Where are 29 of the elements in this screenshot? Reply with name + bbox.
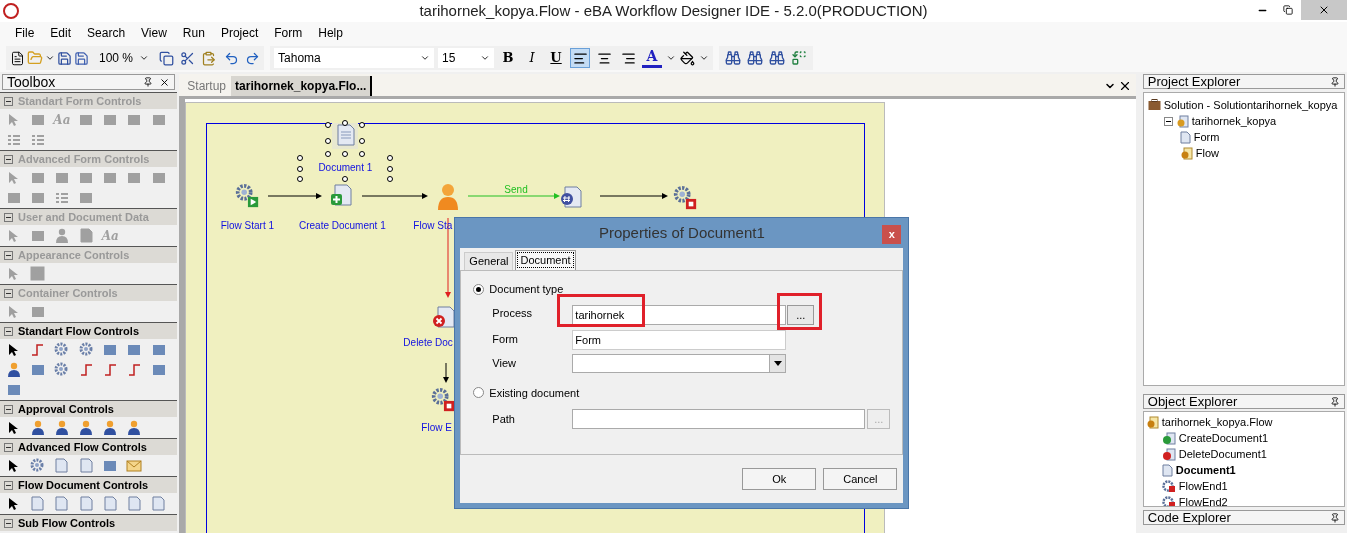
node-label: Delete Doc (403, 337, 453, 349)
section-title: Advanced Form Controls (18, 151, 150, 167)
radio-label: Existing document (489, 385, 580, 401)
section-title: Advanced Flow Controls (18, 439, 147, 455)
field-label: Form (492, 332, 519, 348)
panel-title: Code Explorer (1147, 511, 1231, 524)
panel-title: Project Explorer (1147, 75, 1241, 88)
node-label: Create Document 1 (299, 220, 386, 232)
section-title: Sub Flow Controls (18, 515, 116, 531)
panel-title: Object Explorer (1147, 395, 1238, 408)
node-label: Document 1 (318, 162, 373, 174)
field-label: Path (492, 411, 516, 427)
section-title: Container Controls (18, 285, 118, 301)
node-label: Flow Sta (413, 220, 453, 232)
field-label: Process (492, 306, 534, 322)
node-label: Flow E (421, 422, 452, 434)
node-label: Flow Start 1 (220, 220, 274, 232)
section-title: Appearance Controls (18, 247, 130, 263)
section-title: Approval Controls (18, 401, 114, 417)
dialog-title: Properties of Document1 (598, 222, 765, 243)
section-title: Standart Flow Controls (18, 323, 139, 339)
section-title: User and Document Data (18, 209, 149, 225)
panel-title: Toolbox (7, 75, 56, 89)
edge-label: Send (504, 183, 528, 197)
radio-label: Document type (489, 282, 564, 297)
section-title: Standart Form Controls (18, 93, 142, 109)
window-title: tarihornek_kopya.Flow - eBA Workflow Designer IDE - 5.2.0(PRODUCTION) (419, 0, 928, 21)
section-title: Flow Document Controls (18, 477, 149, 493)
field-label: View (492, 355, 517, 371)
